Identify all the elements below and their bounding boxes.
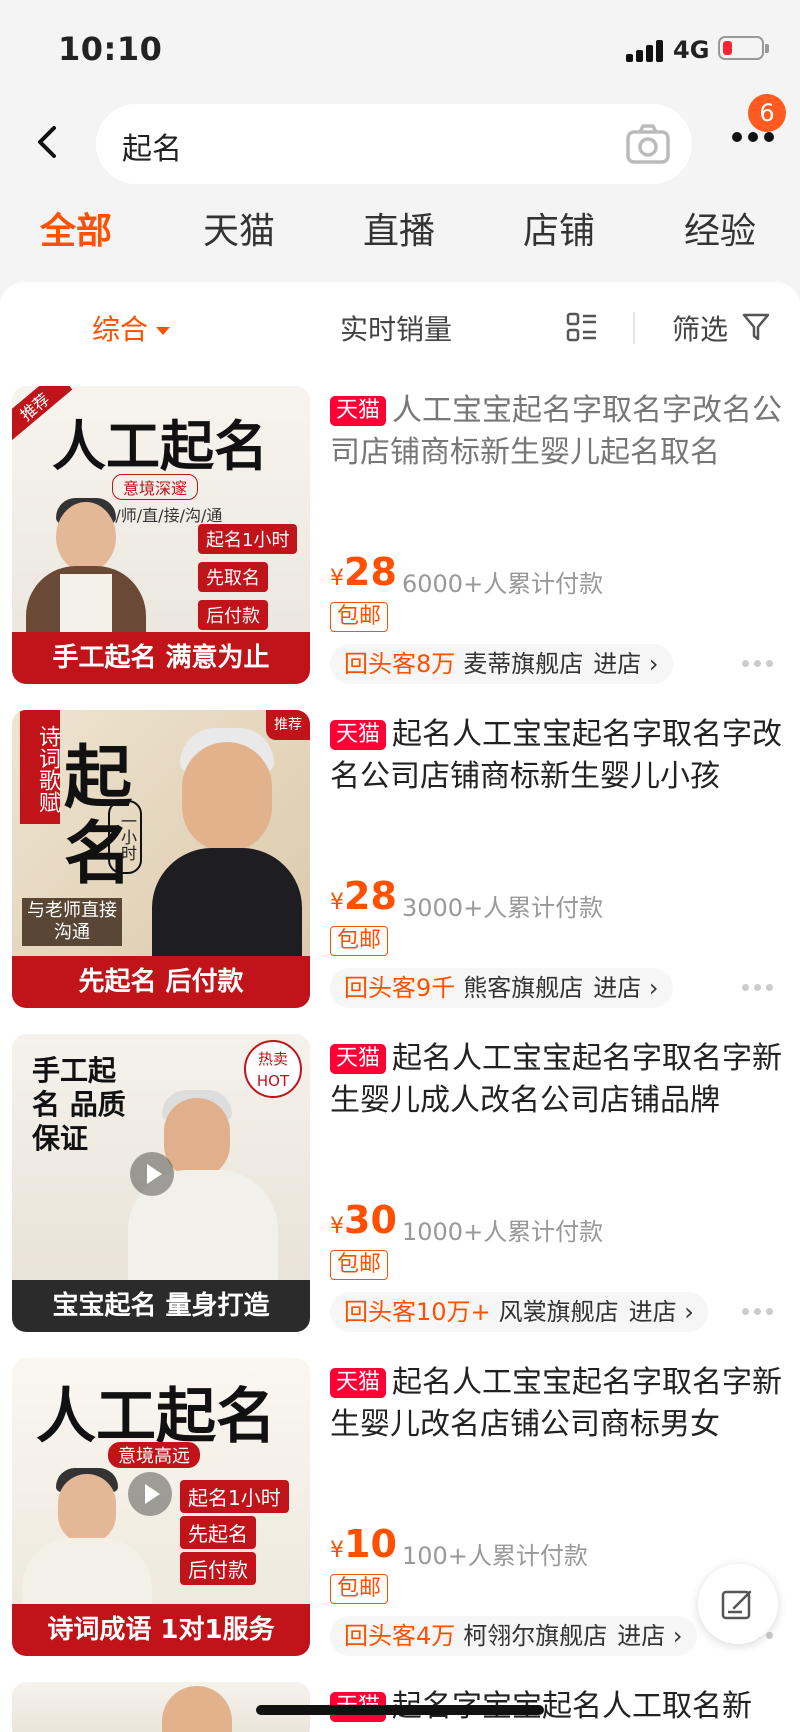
sort-sales[interactable]: 实时销量 bbox=[340, 308, 452, 348]
camera-icon[interactable] bbox=[624, 120, 672, 168]
shop-link[interactable]: 回头客10万+ 风裳旗舰店 进店 › bbox=[330, 1292, 708, 1332]
tmall-badge: 天猫 bbox=[330, 1044, 387, 1074]
product-title[interactable]: 天猫 起名人工宝宝起名字取名字改名公司店铺商标新生婴儿小孩 bbox=[330, 714, 782, 798]
divider bbox=[633, 312, 635, 344]
tmall-badge: 天猫 bbox=[330, 1368, 387, 1398]
returning-customers: 回头客8万 bbox=[344, 650, 456, 678]
free-shipping-tag: 包邮 bbox=[330, 1250, 389, 1280]
caret-down-icon bbox=[156, 327, 171, 335]
product-card[interactable]: 诗词歌赋 推荐 起名 一小时 与老师直接沟通 先起名 后付款 天猫 起名人工宝宝起… bbox=[0, 710, 800, 1034]
more-options-icon[interactable] bbox=[742, 1308, 774, 1316]
battery-icon bbox=[718, 36, 769, 60]
shop-name: 熊客旗舰店 bbox=[463, 974, 584, 1002]
free-shipping-tag: 包邮 bbox=[330, 1574, 389, 1604]
product-price: ¥28 bbox=[330, 874, 397, 918]
results-panel: 综合 实时销量 筛选 推荐 人工起名 意境深邃 与/老/师/直/接/沟/通 起名… bbox=[0, 282, 800, 1732]
search-header: 起名 bbox=[0, 96, 800, 188]
search-input[interactable]: 起名 bbox=[96, 104, 692, 184]
tab-all[interactable]: 全部 bbox=[40, 202, 112, 254]
sales-count: 3000+人累计付款 bbox=[402, 894, 604, 922]
status-bar: 10:10 4G bbox=[0, 0, 800, 96]
play-video-icon[interactable] bbox=[128, 1150, 176, 1198]
tmall-badge: 天猫 bbox=[330, 720, 387, 750]
sales-count: 100+人累计付款 bbox=[402, 1542, 588, 1570]
product-image[interactable]: 手工起名 品质保证 热卖 HOT 宝宝起名 量身打造 bbox=[12, 1034, 310, 1332]
list-layout-icon[interactable] bbox=[566, 312, 598, 342]
product-card[interactable]: 手工起名 品质保证 热卖 HOT 宝宝起名 量身打造 天猫 起名人工宝宝起名字取名… bbox=[0, 1034, 800, 1358]
play-video-icon[interactable] bbox=[126, 1470, 174, 1518]
product-image[interactable]: 诗词歌赋 推荐 起名 一小时 与老师直接沟通 先起名 后付款 bbox=[12, 710, 310, 1008]
sort-bar: 综合 实时销量 筛选 bbox=[0, 282, 800, 372]
tmall-badge: 天猫 bbox=[330, 396, 387, 426]
tab-shops[interactable]: 店铺 bbox=[523, 202, 595, 254]
product-image[interactable]: 推荐 人工起名 意境深邃 与/老/师/直/接/沟/通 起名1小时 先取名 后付款… bbox=[12, 386, 310, 684]
enter-shop-link[interactable]: 进店 › bbox=[629, 1298, 694, 1326]
product-price: ¥30 bbox=[330, 1198, 397, 1242]
product-price: ¥28 bbox=[330, 550, 397, 594]
product-price: ¥10 bbox=[330, 1522, 397, 1566]
shop-name: 柯翎尔旗舰店 bbox=[463, 1622, 608, 1650]
teacher-photo bbox=[152, 728, 302, 968]
sales-count: 1000+人累计付款 bbox=[402, 1218, 604, 1246]
filter-icon[interactable] bbox=[742, 312, 770, 342]
home-indicator bbox=[256, 1705, 544, 1715]
shop-link[interactable]: 回头客4万 柯翎尔旗舰店 进店 › bbox=[330, 1616, 697, 1656]
returning-customers: 回头客9千 bbox=[344, 974, 456, 1002]
shop-link[interactable]: 回头客9千 熊客旗舰店 进店 › bbox=[330, 968, 673, 1008]
status-time: 10:10 bbox=[58, 30, 163, 68]
product-title[interactable]: 天猫 人工宝宝起名字取名字改名公司店铺商标新生婴儿起名取名 bbox=[330, 390, 782, 474]
search-query: 起名 bbox=[122, 132, 182, 167]
network-type: 4G bbox=[673, 36, 710, 64]
category-tabs: 全部 天猫 直播 店铺 经验 bbox=[0, 196, 800, 266]
free-shipping-tag: 包邮 bbox=[330, 926, 389, 956]
tab-tmall[interactable]: 天猫 bbox=[203, 202, 275, 254]
returning-customers: 回头客10万+ bbox=[344, 1298, 491, 1326]
shop-link[interactable]: 回头客8万 麦蒂旗舰店 进店 › bbox=[330, 644, 673, 684]
product-title[interactable]: 天猫 起名人工宝宝起名字取名字新生婴儿改名店铺公司商标男女 bbox=[330, 1362, 782, 1446]
back-arrow-icon[interactable] bbox=[28, 122, 68, 162]
more-options-icon[interactable] bbox=[742, 660, 774, 668]
shop-name: 麦蒂旗舰店 bbox=[463, 650, 584, 678]
shop-name: 风裳旗舰店 bbox=[498, 1298, 619, 1326]
product-image[interactable]: 人工起名 意境高远 起名1小时 先起名 后付款 诗词成语 1对1服务 bbox=[12, 1358, 310, 1656]
product-title[interactable]: 天猫 起名人工宝宝起名字取名字新生婴儿成人改名公司店铺品牌 bbox=[330, 1038, 782, 1122]
more-options-icon[interactable] bbox=[742, 984, 774, 992]
tab-experience[interactable]: 经验 bbox=[684, 202, 756, 254]
filter-button[interactable]: 筛选 bbox=[672, 308, 728, 348]
message-count-badge: 6 bbox=[748, 94, 786, 132]
returning-customers: 回头客4万 bbox=[344, 1622, 456, 1650]
signal-icon bbox=[626, 38, 666, 62]
product-card[interactable]: 人工起名 意境高远 起名1小时 先起名 后付款 诗词成语 1对1服务 天猫 起名人… bbox=[0, 1358, 800, 1682]
free-shipping-tag: 包邮 bbox=[330, 602, 389, 632]
product-card[interactable]: 推荐 人工起名 意境深邃 与/老/师/直/接/沟/通 起名1小时 先取名 后付款… bbox=[0, 386, 800, 710]
sales-count: 6000+人累计付款 bbox=[402, 570, 604, 598]
feedback-button[interactable] bbox=[698, 1564, 778, 1644]
tab-live[interactable]: 直播 bbox=[363, 202, 435, 254]
enter-shop-link[interactable]: 进店 › bbox=[593, 650, 658, 678]
edit-icon bbox=[721, 1590, 752, 1620]
enter-shop-link[interactable]: 进店 › bbox=[617, 1622, 682, 1650]
sort-comprehensive[interactable]: 综合 bbox=[92, 308, 171, 348]
enter-shop-link[interactable]: 进店 › bbox=[593, 974, 658, 1002]
